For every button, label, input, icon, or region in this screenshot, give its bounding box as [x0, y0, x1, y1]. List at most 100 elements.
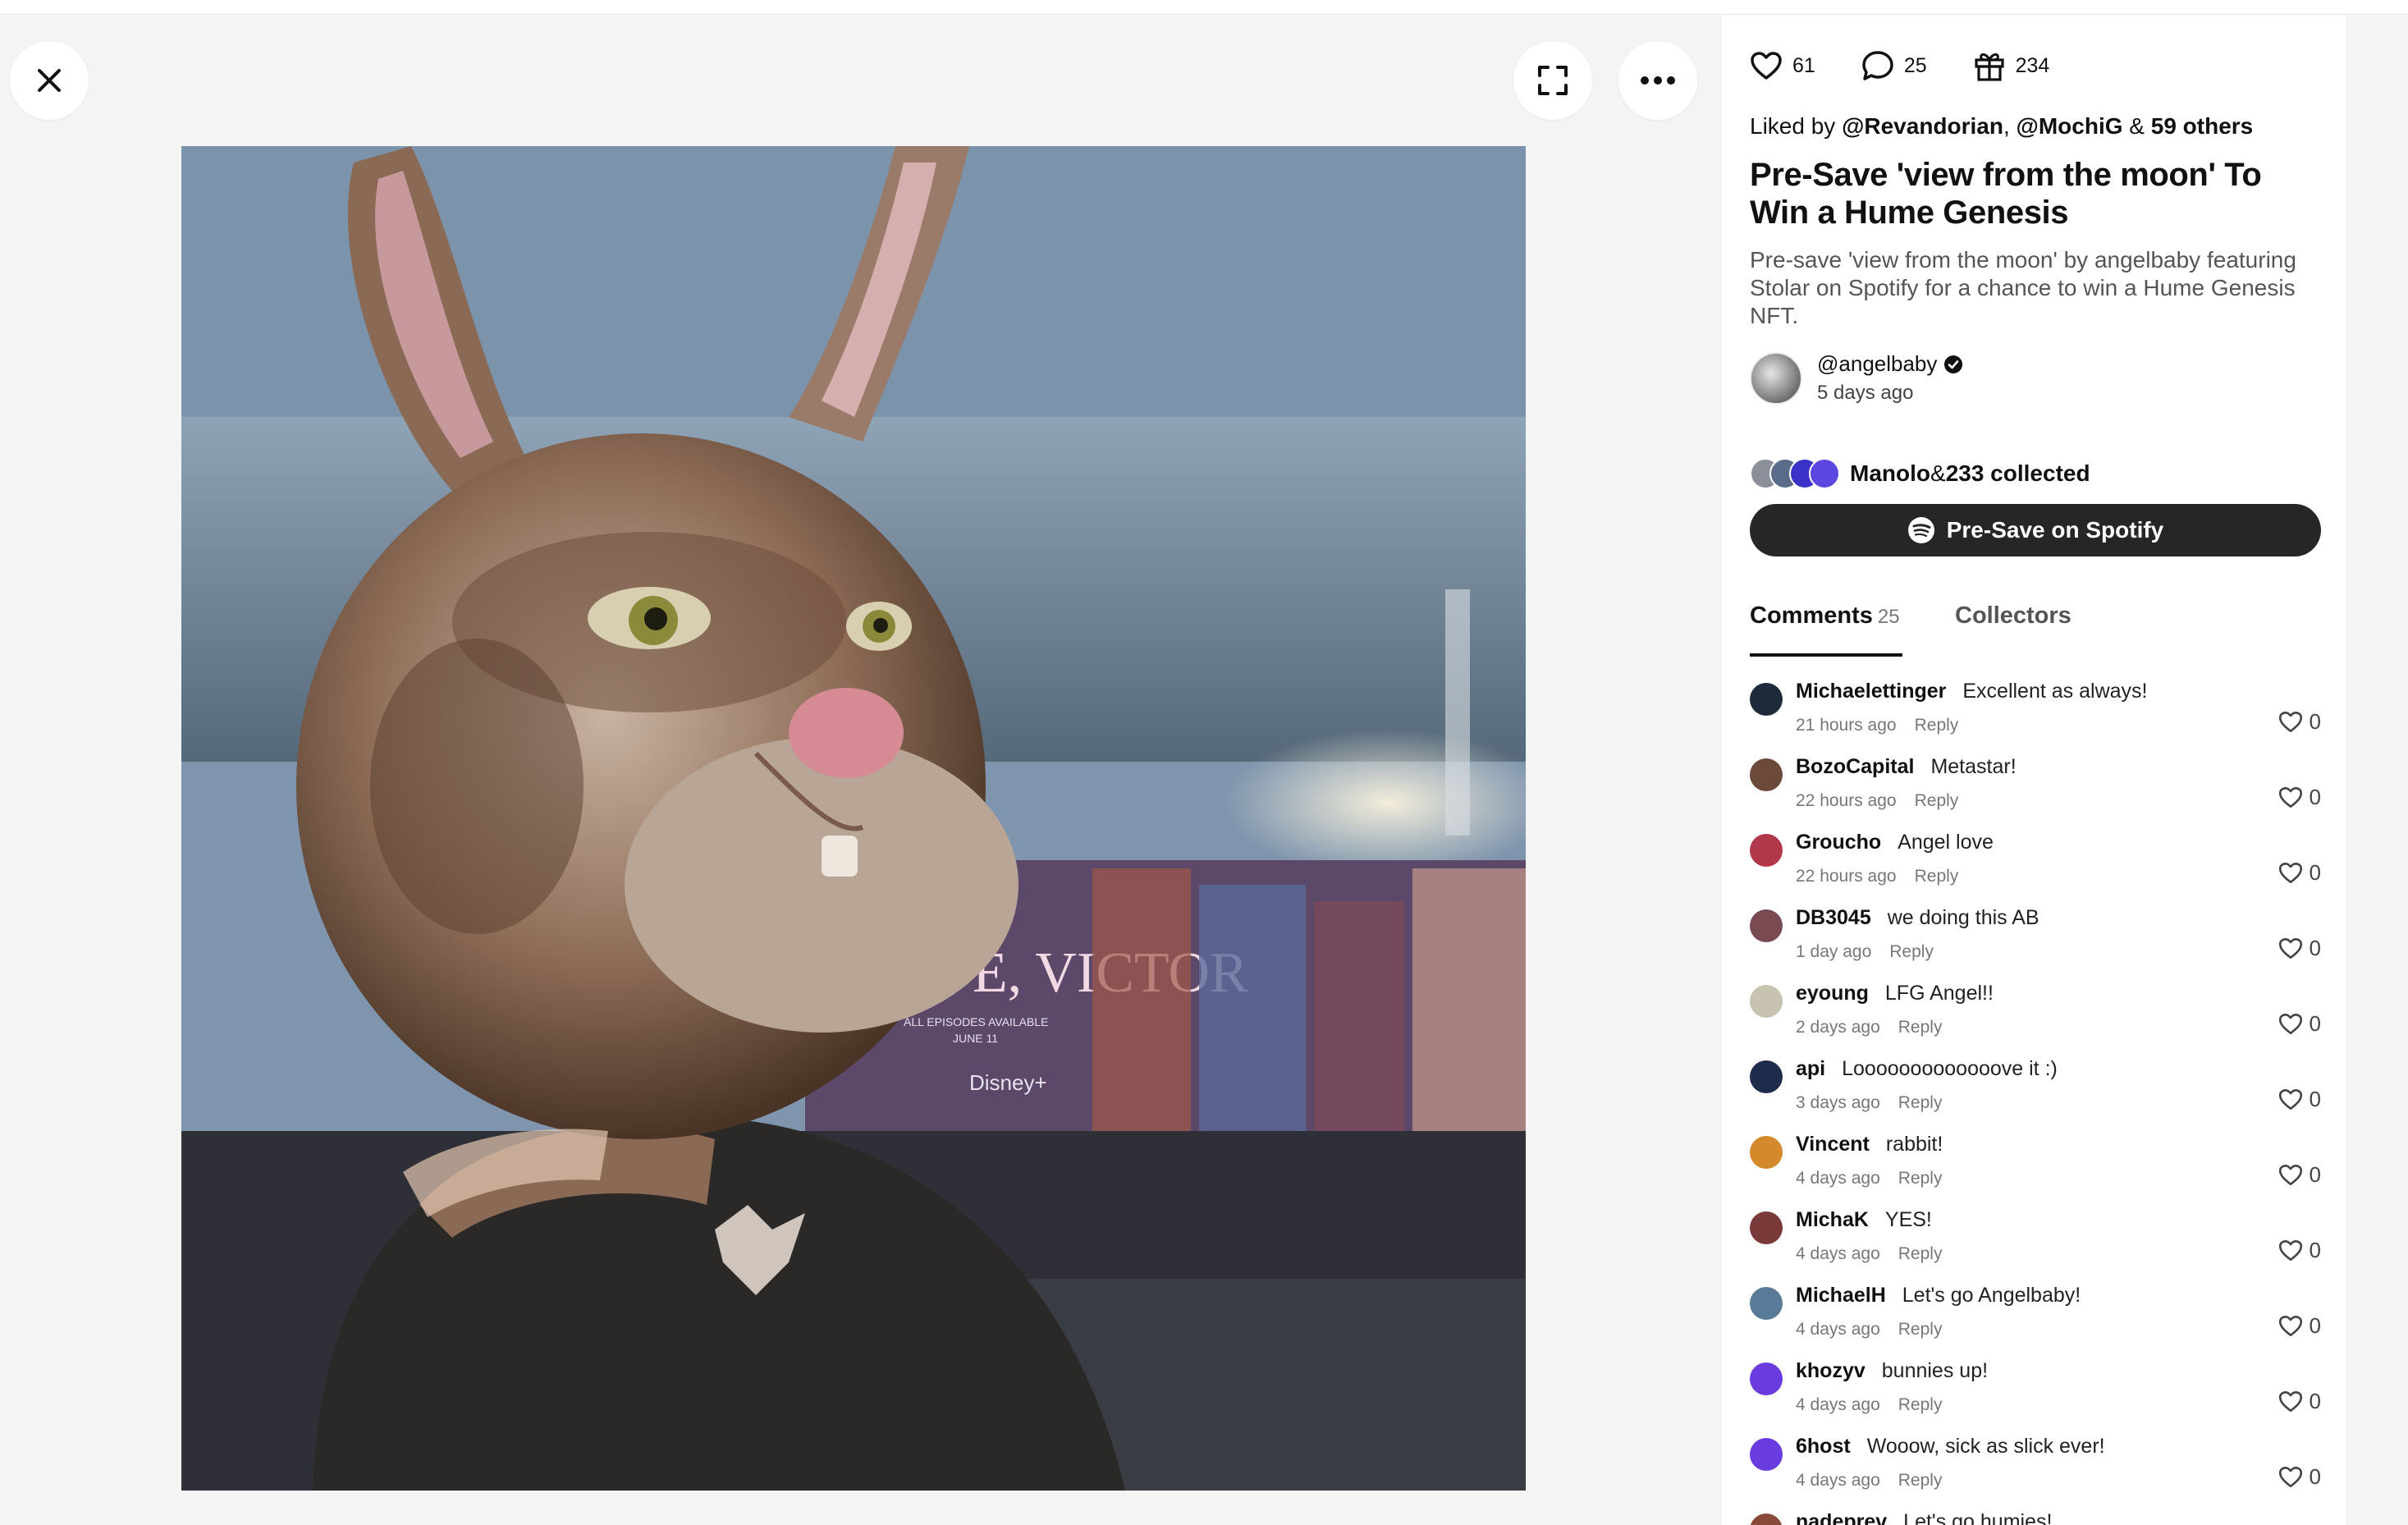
- comment-time: 4 days ago: [1796, 1471, 1880, 1490]
- verified-badge-icon: [1944, 355, 1963, 373]
- collector-avatar[interactable]: [1809, 458, 1840, 489]
- artwork-illustration: hulu LOVE, VICTOR ALL EPISODES AVAILABLE…: [181, 146, 1526, 1491]
- heart-icon: [2278, 1239, 2302, 1262]
- comment-reply-button[interactable]: Reply: [1898, 1244, 1943, 1263]
- comment-avatar[interactable]: [1750, 985, 1783, 1018]
- post-time: 5 days ago: [1817, 382, 1914, 404]
- liked-by-others[interactable]: 59 others: [2151, 113, 2254, 139]
- comment-reply-button[interactable]: Reply: [1898, 1093, 1943, 1112]
- comment-avatar[interactable]: [1750, 1060, 1783, 1093]
- comment-reply-button[interactable]: Reply: [1898, 1018, 1943, 1037]
- top-bar: [0, 0, 2408, 15]
- comment-item: Groucho Angel love 22 hours ago Reply 0: [1750, 829, 2321, 904]
- comments-list: Michaelettinger Excellent as always! 21 ho…: [1750, 678, 2321, 1525]
- post-title: Pre-Save 'view from the moon' To Win a H…: [1750, 157, 2262, 231]
- comment-reply-button[interactable]: Reply: [1915, 716, 1959, 735]
- comment-like-button[interactable]: 0: [2278, 1087, 2321, 1112]
- comment-time: 21 hours ago: [1796, 716, 1897, 735]
- comment-like-button[interactable]: 0: [2278, 1162, 2321, 1188]
- comment-avatar[interactable]: [1750, 1514, 1783, 1525]
- comment-avatar[interactable]: [1750, 1438, 1783, 1471]
- comment-item: MichaelH Let's go Angelbaby! 4 days ago Rep…: [1750, 1282, 2321, 1358]
- comment-like-button[interactable]: 0: [2278, 709, 2321, 735]
- comment-like-count: 0: [2309, 1313, 2321, 1338]
- comment-avatar[interactable]: [1750, 683, 1783, 716]
- comment-like-button[interactable]: 0: [2278, 860, 2321, 886]
- comment-like-button[interactable]: 0: [2278, 1238, 2321, 1263]
- liked-by-user-2[interactable]: @MochiG: [2017, 113, 2123, 139]
- comment-item: api Looooooooooooove it :) 3 days ago Reply…: [1750, 1056, 2321, 1131]
- gift-count: 234: [2015, 53, 2050, 77]
- comment-avatar[interactable]: [1750, 1136, 1783, 1169]
- comment-button[interactable]: 25: [1861, 50, 1927, 81]
- comment-avatar[interactable]: [1750, 1211, 1783, 1244]
- comment-username[interactable]: Groucho: [1796, 831, 1881, 854]
- creator-handle[interactable]: @angelbaby: [1817, 351, 1937, 377]
- comment-text: Looooooooooooove it :): [1842, 1057, 2058, 1080]
- comment-like-button[interactable]: 0: [2278, 936, 2321, 961]
- tabs: Comments 25 Collectors: [1750, 602, 2321, 657]
- comment-like-button[interactable]: 0: [2278, 1011, 2321, 1037]
- comment-reply-button[interactable]: Reply: [1915, 791, 1959, 810]
- comment-username[interactable]: DB3045: [1796, 906, 1871, 929]
- comment-reply-button[interactable]: Reply: [1898, 1395, 1943, 1414]
- gift-button[interactable]: 234: [1973, 49, 2050, 82]
- comment-text: Wooow, sick as slick ever!: [1866, 1435, 2105, 1458]
- comment-item: khozyv bunnies up! 4 days ago Reply 0: [1750, 1358, 2321, 1433]
- heart-icon: [2278, 1088, 2302, 1111]
- comment-time: 1 day ago: [1796, 942, 1872, 961]
- comment-text: LFG Angel!!: [1884, 982, 1994, 1005]
- comment-item: DB3045 we doing this AB 1 day ago Reply 0: [1750, 904, 2321, 980]
- comment-username[interactable]: Vincent: [1796, 1133, 1870, 1156]
- more-options-button[interactable]: [1618, 41, 1697, 120]
- comment-avatar[interactable]: [1750, 909, 1783, 942]
- heart-icon: [2278, 1315, 2302, 1337]
- comment-reply-button[interactable]: Reply: [1915, 867, 1959, 886]
- comment-username[interactable]: Michaelettinger: [1796, 680, 1946, 703]
- comment-avatar[interactable]: [1750, 1362, 1783, 1395]
- close-button[interactable]: [10, 41, 89, 120]
- creator-avatar[interactable]: [1750, 351, 1802, 405]
- liked-by-user-1[interactable]: @Revandorian: [1842, 113, 2003, 139]
- comment-username[interactable]: nadeprev: [1796, 1510, 1887, 1525]
- comment-username[interactable]: MichaK: [1796, 1208, 1869, 1231]
- tab-comments-count: 25: [1877, 606, 1900, 628]
- comment-username[interactable]: BozoCapital: [1796, 755, 1914, 778]
- comment-avatar[interactable]: [1750, 758, 1783, 791]
- creator-info[interactable]: @angelbaby 5 days ago: [1750, 351, 1963, 405]
- collector-name: Manolo: [1850, 460, 1930, 486]
- comment-username[interactable]: MichaelH: [1796, 1284, 1886, 1307]
- tab-collectors[interactable]: Collectors: [1955, 602, 2072, 657]
- comment-like-button[interactable]: 0: [2278, 1464, 2321, 1490]
- comment-time: 4 days ago: [1796, 1244, 1880, 1263]
- comment-like-button[interactable]: 0: [2278, 1389, 2321, 1414]
- comment-reply-button[interactable]: Reply: [1898, 1169, 1943, 1188]
- like-button[interactable]: 61: [1750, 51, 1815, 80]
- comment-item: eyoung LFG Angel!! 2 days ago Reply 0: [1750, 980, 2321, 1056]
- comment-username[interactable]: 6host: [1796, 1435, 1851, 1458]
- comment-username[interactable]: eyoung: [1796, 982, 1869, 1005]
- comment-like-count: 0: [2309, 1162, 2321, 1187]
- comment-like-count: 0: [2309, 860, 2321, 885]
- heart-icon: [2278, 1164, 2302, 1186]
- heart-icon: [2278, 1013, 2302, 1035]
- tab-comments[interactable]: Comments 25: [1750, 602, 1902, 657]
- comment-like-count: 0: [2309, 1389, 2321, 1413]
- heart-icon: [2278, 862, 2302, 884]
- comment-reply-button[interactable]: Reply: [1898, 1320, 1943, 1339]
- comment-avatar[interactable]: [1750, 834, 1783, 867]
- comment-like-count: 0: [2309, 709, 2321, 734]
- comment-like-button[interactable]: 0: [2278, 785, 2321, 810]
- presave-spotify-button[interactable]: Pre-Save on Spotify: [1750, 504, 2321, 556]
- comment-like-button[interactable]: 0: [2278, 1313, 2321, 1339]
- poster-date: JUNE 11: [953, 1032, 998, 1045]
- comment-username[interactable]: khozyv: [1796, 1359, 1866, 1382]
- collected-summary[interactable]: Manolo & 233 collected: [1750, 458, 2090, 489]
- comment-username[interactable]: api: [1796, 1057, 1825, 1080]
- comment-avatar[interactable]: [1750, 1287, 1783, 1320]
- fullscreen-button[interactable]: [1513, 41, 1592, 120]
- comment-reply-button[interactable]: Reply: [1889, 942, 1934, 961]
- artwork-image[interactable]: hulu LOVE, VICTOR ALL EPISODES AVAILABLE…: [181, 146, 1526, 1491]
- comment-time: 22 hours ago: [1796, 791, 1897, 810]
- comment-reply-button[interactable]: Reply: [1898, 1471, 1943, 1490]
